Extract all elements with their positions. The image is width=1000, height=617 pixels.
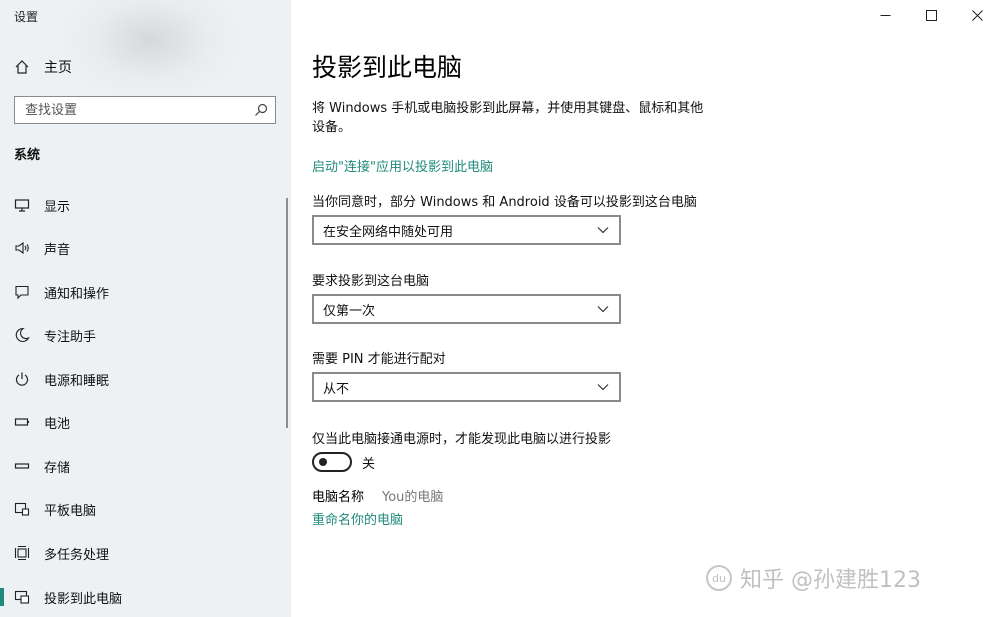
- moon-icon: [14, 327, 30, 343]
- battery-icon: [14, 414, 30, 430]
- watermark-text: 知乎 @孙建胜123: [740, 568, 921, 593]
- sidebar-item-multitasking[interactable]: 多任务处理: [0, 535, 291, 571]
- availability-dropdown[interactable]: 在安全网络中随处可用: [312, 215, 621, 245]
- pc-name-value: You的电脑: [382, 490, 444, 505]
- sidebar: 设置 主页 系统 显示 声音 通知和操作 专注助手: [0, 0, 291, 617]
- ask-to-project-dropdown[interactable]: 仅第一次: [312, 294, 621, 324]
- sidebar-item-storage[interactable]: 存储: [0, 448, 291, 484]
- power-icon: [14, 371, 30, 387]
- multitask-icon: [14, 545, 30, 561]
- chevron-down-icon: [597, 306, 609, 313]
- project-icon: [14, 589, 30, 605]
- sidebar-item-sound[interactable]: 声音: [0, 230, 291, 266]
- availability-label: 当你同意时，部分 Windows 和 Android 设备可以投影到这台电脑: [312, 195, 697, 210]
- ask-to-project-label: 要求投影到这台电脑: [312, 274, 430, 289]
- sidebar-item-tablet[interactable]: 平板电脑: [0, 491, 291, 527]
- notification-icon: [14, 284, 30, 300]
- sidebar-item-label: 存储: [44, 460, 71, 476]
- sidebar-scrollbar[interactable]: [286, 198, 288, 428]
- search-box[interactable]: [14, 96, 276, 124]
- ask-to-project-value: 仅第一次: [323, 303, 376, 319]
- launch-connect-app-link[interactable]: 启动"连接"应用以投影到此电脑: [312, 156, 493, 175]
- toggle-state-label: 关: [362, 456, 376, 472]
- sidebar-item-label: 电池: [44, 416, 71, 432]
- sidebar-item-battery[interactable]: 电池: [0, 404, 291, 440]
- search-icon[interactable]: [253, 102, 269, 118]
- page-title: 投影到此电脑: [312, 53, 463, 82]
- sidebar-item-power-sleep[interactable]: 电源和睡眠: [0, 361, 291, 397]
- app-title: 设置: [14, 10, 39, 24]
- home-icon: [14, 59, 30, 75]
- watermark: du 知乎 @孙建胜123: [706, 560, 986, 596]
- baidu-logo-icon: du: [706, 565, 732, 591]
- sidebar-item-label: 多任务处理: [44, 547, 110, 563]
- require-pin-value: 从不: [323, 381, 350, 397]
- power-discovery-label: 仅当此电脑接通电源时，才能发现此电脑以进行投影: [312, 432, 612, 447]
- home-label: 主页: [44, 60, 72, 76]
- rename-pc-link[interactable]: 重命名你的电脑: [312, 509, 403, 528]
- sidebar-item-label: 投影到此电脑: [44, 591, 123, 607]
- home-link[interactable]: 主页: [14, 56, 72, 78]
- availability-value: 在安全网络中随处可用: [323, 224, 454, 240]
- storage-icon: [14, 458, 30, 474]
- sidebar-item-display[interactable]: 显示: [0, 187, 291, 223]
- search-input[interactable]: [25, 102, 245, 118]
- page-description: 将 Windows 手机或电脑投影到此屏幕，并使用其键盘、鼠标和其他设备。: [312, 101, 704, 135]
- main-content: 投影到此电脑 将 Windows 手机或电脑投影到此屏幕，并使用其键盘、鼠标和其…: [312, 0, 992, 617]
- pc-name-row: 电脑名称 You的电脑: [312, 486, 443, 505]
- speaker-icon: [14, 240, 30, 256]
- sidebar-item-label: 通知和操作: [44, 286, 110, 302]
- require-pin-label: 需要 PIN 才能进行配对: [312, 352, 446, 367]
- sidebar-item-notifications[interactable]: 通知和操作: [0, 274, 291, 310]
- require-pin-dropdown[interactable]: 从不: [312, 372, 621, 402]
- chevron-down-icon: [597, 384, 609, 391]
- toggle-knob: [319, 458, 327, 466]
- section-title: 系统: [14, 148, 41, 163]
- chevron-down-icon: [597, 227, 609, 234]
- pc-name-label: 电脑名称: [312, 490, 365, 505]
- sidebar-item-project-to-pc[interactable]: 投影到此电脑: [0, 579, 291, 615]
- sidebar-item-label: 显示: [44, 199, 71, 215]
- sidebar-item-label: 平板电脑: [44, 503, 97, 519]
- power-discovery-toggle-row: 关: [312, 452, 375, 472]
- tablet-icon: [14, 501, 30, 517]
- monitor-icon: [14, 197, 30, 213]
- sidebar-item-label: 声音: [44, 242, 71, 258]
- power-discovery-toggle[interactable]: [312, 452, 352, 472]
- sidebar-item-focus-assist[interactable]: 专注助手: [0, 317, 291, 353]
- sidebar-item-label: 电源和睡眠: [44, 373, 110, 389]
- sidebar-item-label: 专注助手: [44, 329, 97, 345]
